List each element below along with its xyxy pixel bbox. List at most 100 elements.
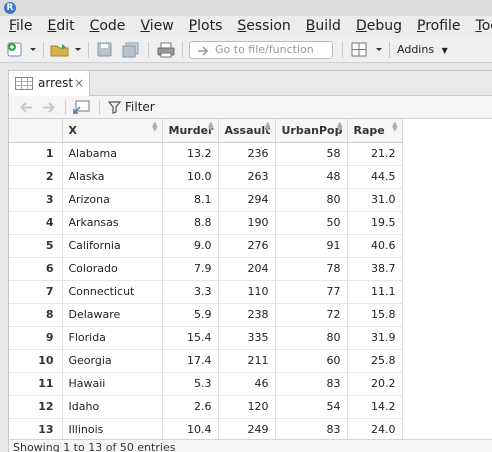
cell-x: California <box>62 234 163 258</box>
sort-icon: ▲ ▼ <box>152 120 158 133</box>
go-to-arrow-icon <box>198 46 209 56</box>
cell-murder: 15.4 <box>162 326 219 350</box>
menu-view[interactable]: View <box>131 16 179 37</box>
forward-arrow-icon[interactable] <box>40 100 56 115</box>
cell-assault: 190 <box>218 211 276 235</box>
cell-x: Alaska <box>62 165 163 189</box>
cell-rape: 15.8 <box>347 303 403 327</box>
cell-murder: 7.9 <box>162 257 219 281</box>
cell-rape: 44.5 <box>347 165 403 189</box>
status-bar: Showing 1 to 13 of 50 entries <box>9 439 492 452</box>
go-to-file-input[interactable]: Go to file/function <box>189 41 333 59</box>
menu-bar: File Edit Code View Plots Session Build Debug Pr… <box>0 16 492 37</box>
save-all-icon[interactable] <box>122 42 140 58</box>
save-icon[interactable] <box>97 42 113 58</box>
column-header-murder[interactable]: Murder ▲ ▼ <box>162 119 219 143</box>
cell-x: Alabama <box>62 142 163 166</box>
menu-build[interactable]: Build <box>297 16 347 37</box>
column-header-urbanpop[interactable]: UrbanPop ▲ ▼ <box>275 119 348 143</box>
cell-murder: 8.8 <box>162 211 219 235</box>
table-row: 1 Alabama 13.2 236 58 21.2 <box>9 142 403 166</box>
cell-assault: 236 <box>218 142 276 166</box>
cell-x: Hawaii <box>62 372 163 396</box>
menu-debug[interactable]: Debug <box>347 16 408 37</box>
menu-file[interactable]: File <box>0 16 38 37</box>
table-row: 9 Florida 15.4 335 80 31.9 <box>9 326 403 350</box>
sort-icon: ▲ ▼ <box>337 120 343 133</box>
table-row: 6 Colorado 7.9 204 78 38.7 <box>9 257 403 281</box>
row-number-header <box>9 119 63 143</box>
cell-murder: 13.2 <box>162 142 219 166</box>
cell-assault: 211 <box>218 349 276 373</box>
menu-tools[interactable]: Tools <box>467 16 492 37</box>
cell-assault: 249 <box>218 418 276 439</box>
cell-rape: 14.2 <box>347 395 403 419</box>
print-icon[interactable] <box>157 42 175 58</box>
cell-rape: 40.6 <box>347 234 403 258</box>
cell-urbanpop: 77 <box>275 280 348 304</box>
cell-urbanpop: 50 <box>275 211 348 235</box>
row-number: 2 <box>9 165 63 189</box>
menu-session[interactable]: Session <box>228 16 296 37</box>
cell-urbanpop: 54 <box>275 395 348 419</box>
menu-plots[interactable]: Plots <box>180 16 229 37</box>
addins-menu[interactable]: Addins ▼ <box>397 41 448 59</box>
cell-x: Connecticut <box>62 280 163 304</box>
table-header-row: X ▲ ▼ Murder ▲ ▼ Assault ▲ ▼ UrbanPop ▲ ▼ Rape ▲ ▼ <box>9 119 403 143</box>
row-number: 8 <box>9 303 63 327</box>
menu-profile[interactable]: Profile <box>408 16 467 37</box>
cell-rape: 20.2 <box>347 372 403 396</box>
tab-strip: arrest × <box>9 71 492 97</box>
sort-icon: ▲ ▼ <box>392 120 398 133</box>
menu-edit[interactable]: Edit <box>38 16 80 37</box>
column-header-assault[interactable]: Assault ▲ ▼ <box>218 119 276 143</box>
addins-label: Addins <box>397 43 435 56</box>
column-header-x[interactable]: X ▲ ▼ <box>62 119 163 143</box>
filter-icon[interactable] <box>108 101 122 114</box>
column-header-rape[interactable]: Rape ▲ ▼ <box>347 119 403 143</box>
table-body: 1 Alabama 13.2 236 58 21.2 2 Alaska 10.0 263 48 44.… <box>9 142 403 439</box>
row-number: 4 <box>9 211 63 235</box>
cell-murder: 10.0 <box>162 165 219 189</box>
row-number: 5 <box>9 234 63 258</box>
menu-code[interactable]: Code <box>81 16 132 37</box>
row-number: 9 <box>9 326 63 350</box>
tab-arrest[interactable]: arrest × <box>9 71 90 97</box>
cell-murder: 3.3 <box>162 280 219 304</box>
cell-rape: 21.2 <box>347 142 403 166</box>
cell-assault: 120 <box>218 395 276 419</box>
cell-assault: 110 <box>218 280 276 304</box>
new-file-icon[interactable] <box>7 42 37 58</box>
cell-urbanpop: 58 <box>275 142 348 166</box>
table-row: 3 Arizona 8.1 294 80 31.0 <box>9 188 403 212</box>
show-in-window-icon[interactable] <box>73 100 91 115</box>
cell-assault: 294 <box>218 188 276 212</box>
cell-x: Georgia <box>62 349 163 373</box>
cell-urbanpop: 80 <box>275 326 348 350</box>
cell-urbanpop: 48 <box>275 165 348 189</box>
cell-urbanpop: 83 <box>275 418 348 439</box>
cell-x: Arizona <box>62 188 163 212</box>
open-folder-icon[interactable] <box>50 42 82 58</box>
cell-assault: 46 <box>218 372 276 396</box>
table-icon <box>15 77 33 90</box>
filter-button[interactable]: Filter <box>125 99 155 115</box>
back-arrow-icon[interactable] <box>19 100 35 115</box>
row-number: 11 <box>9 372 63 396</box>
table-row: 12 Idaho 2.6 120 54 14.2 <box>9 395 403 419</box>
table-row: 8 Delaware 5.9 238 72 15.8 <box>9 303 403 327</box>
pane-layout-icon[interactable] <box>351 42 383 58</box>
rstudio-logo-icon: R <box>4 2 16 14</box>
cell-urbanpop: 78 <box>275 257 348 281</box>
tab-label: arrest <box>38 76 74 90</box>
cell-assault: 204 <box>218 257 276 281</box>
cell-x: Idaho <box>62 395 163 419</box>
table-row: 4 Arkansas 8.8 190 50 19.5 <box>9 211 403 235</box>
cell-rape: 25.8 <box>347 349 403 373</box>
data-grid: X ▲ ▼ Murder ▲ ▼ Assault ▲ ▼ UrbanPop ▲ ▼ Rape ▲ ▼ 1 Al… <box>9 119 492 439</box>
close-tab-icon[interactable]: × <box>74 71 84 96</box>
cell-murder: 9.0 <box>162 234 219 258</box>
row-number: 7 <box>9 280 63 304</box>
cell-x: Illinois <box>62 418 163 439</box>
sort-icon: ▲ ▼ <box>208 120 214 133</box>
